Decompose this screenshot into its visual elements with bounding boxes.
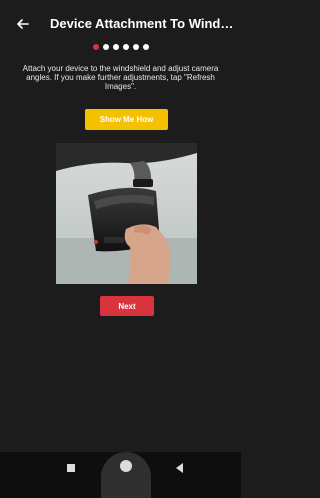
step-indicator: [0, 42, 241, 52]
step-dot: [92, 44, 99, 50]
arrow-left-icon[interactable]: [16, 17, 30, 31]
system-nav-bar: [0, 452, 241, 498]
step-dot: [142, 44, 149, 50]
step-dot: [112, 44, 119, 50]
home-icon: [120, 460, 132, 472]
top-bar: Device Attachment To Windshi...: [0, 0, 241, 40]
step-dot: [102, 44, 109, 50]
dashcam-mounted-photo: [56, 143, 197, 284]
recent-apps-icon[interactable]: [67, 464, 75, 472]
instruction-text: Attach your device to the windshield and…: [22, 64, 219, 91]
nav-back-icon[interactable]: [174, 462, 184, 474]
home-button[interactable]: [101, 452, 151, 498]
show-me-how-button[interactable]: Show Me How: [85, 109, 168, 130]
step-dot: [132, 44, 139, 50]
page-title: Device Attachment To Windshi...: [50, 16, 235, 31]
next-button[interactable]: Next: [100, 296, 154, 316]
step-dot: [122, 44, 129, 50]
